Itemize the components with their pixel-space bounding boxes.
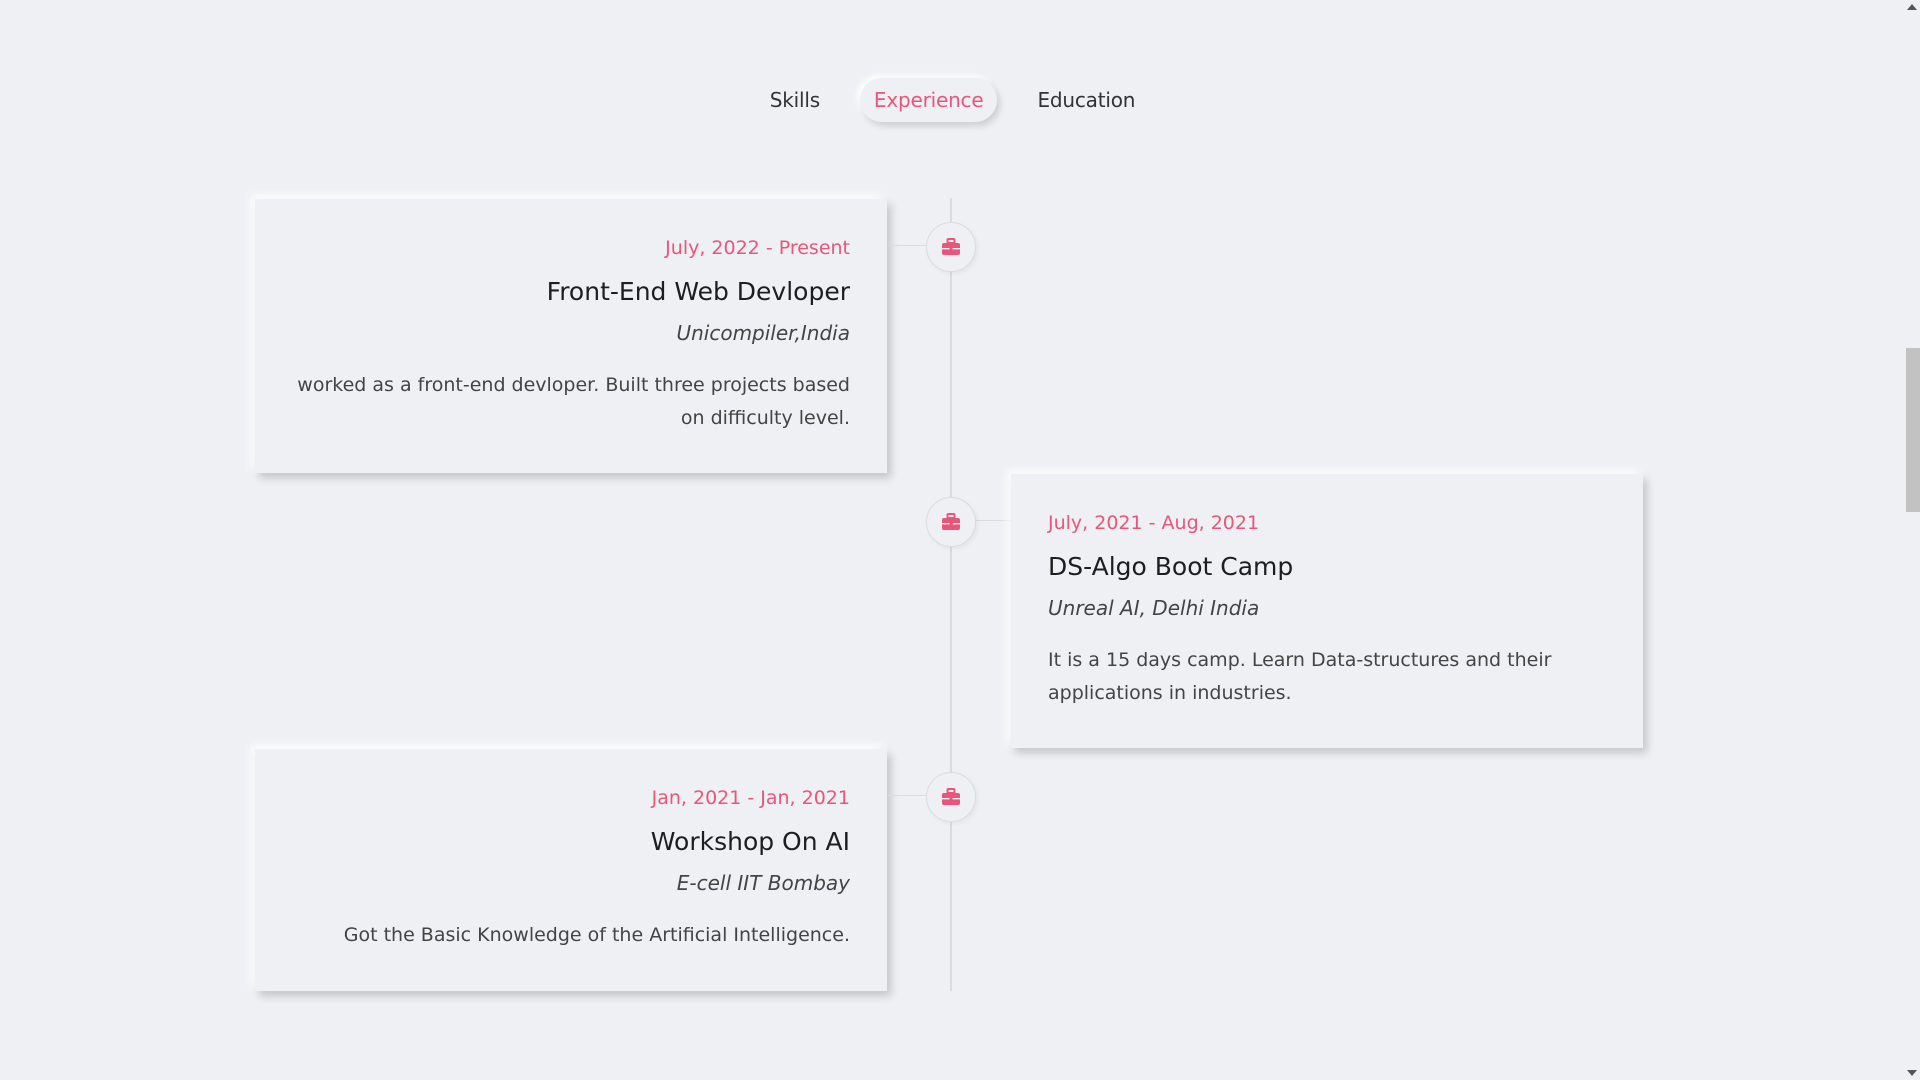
timeline-org: Unreal AI, Delhi India [1048, 596, 1260, 620]
timeline-org: E-cell IIT Bombay [676, 871, 850, 895]
timeline-node [926, 222, 976, 272]
timeline-org: Unicompiler,India [676, 321, 850, 345]
timeline-description: It is a 15 days camp. Learn Data-structu… [1048, 649, 1552, 704]
timeline-card: July, 2022 - Present Front-End Web Devlo… [255, 199, 887, 473]
briefcase-icon [942, 788, 960, 805]
timeline-title: Front-End Web Devloper [546, 277, 850, 306]
tab-experience[interactable]: Experience [859, 78, 998, 122]
timeline-card: Jan, 2021 - Jan, 2021 Workshop On AI E-c… [255, 749, 887, 991]
timeline-date: Jan, 2021 - Jan, 2021 [651, 787, 850, 809]
timeline-node [926, 772, 976, 822]
timeline-node [926, 497, 976, 547]
timeline-connector [975, 520, 1015, 521]
timeline-date: July, 2021 - Aug, 2021 [1048, 512, 1260, 534]
experience-section: Skills Experience Education July, 2022 -… [0, 0, 1920, 1080]
timeline-card: July, 2021 - Aug, 2021 DS-Algo Boot Camp… [1011, 474, 1643, 748]
scroll-down-arrow-icon[interactable] [1907, 1070, 1917, 1076]
timeline-line [950, 198, 952, 991]
timeline-date: July, 2022 - Present [665, 237, 850, 259]
tab-education[interactable]: Education [1023, 78, 1149, 122]
briefcase-icon [942, 513, 960, 530]
qualification-tabs: Skills Experience Education [0, 78, 1905, 122]
scroll-up-arrow-icon[interactable] [1907, 4, 1917, 10]
timeline-title: DS-Algo Boot Camp [1048, 552, 1294, 581]
timeline-description: Got the Basic Knowledge of the Artificia… [343, 924, 850, 946]
tab-skills[interactable]: Skills [756, 78, 834, 122]
vertical-scrollbar[interactable] [1904, 0, 1920, 1080]
timeline-connector [888, 795, 928, 796]
briefcase-icon [942, 238, 960, 255]
timeline-description: worked as a front-end devloper. Built th… [297, 374, 850, 429]
timeline-title: Workshop On AI [650, 827, 850, 856]
scrollbar-thumb[interactable] [1906, 348, 1920, 512]
timeline-connector [888, 245, 928, 246]
